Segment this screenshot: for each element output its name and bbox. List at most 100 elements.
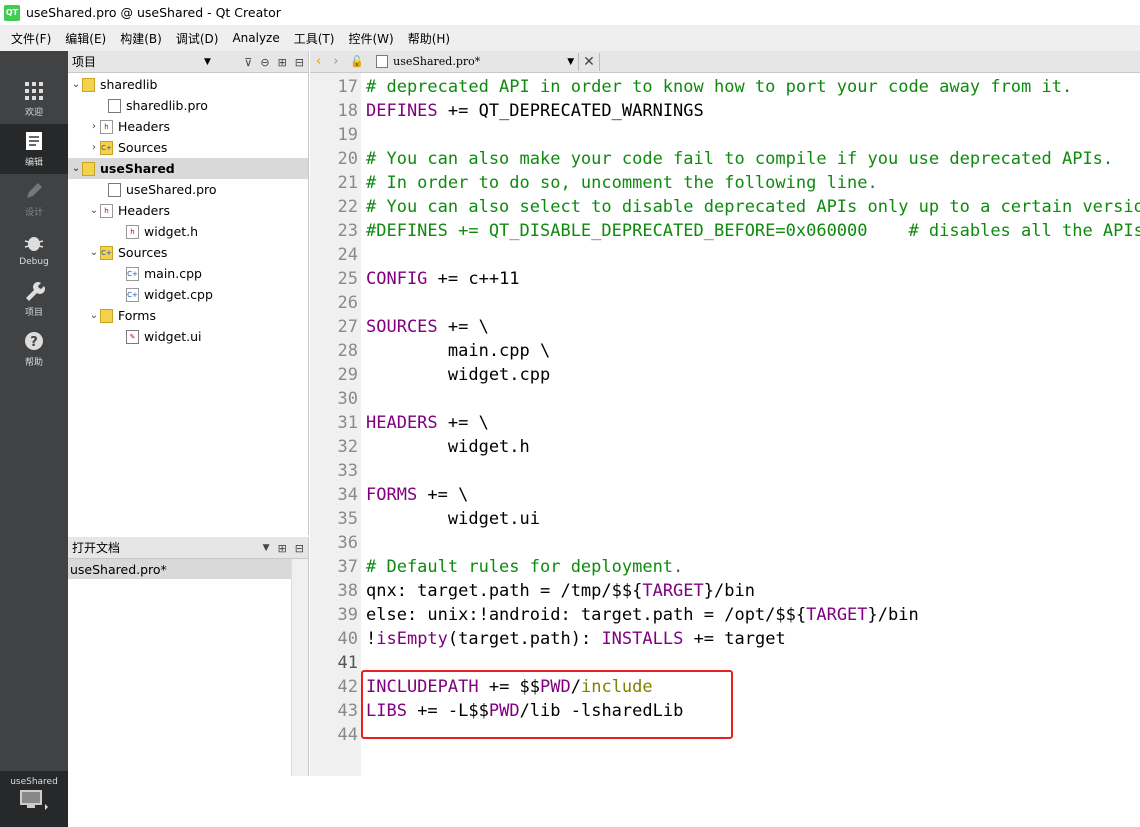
bug-icon — [24, 236, 44, 251]
split-icon[interactable]: ⊞ — [278, 56, 287, 69]
code-line[interactable]: widget.cpp — [366, 363, 550, 387]
filter-icon[interactable]: ⊽ — [244, 56, 252, 69]
lock-icon: 🔓 — [350, 55, 365, 68]
mode-label: 欢迎 — [24, 108, 43, 118]
code-line[interactable]: # You can also make your code fail to co… — [366, 147, 1113, 171]
line-number: 42 — [337, 677, 358, 697]
open-documents-header: 打开文档 ▼ ⊞ ⊟ — [68, 537, 308, 559]
tree-item[interactable]: ⌄ h Headers — [68, 200, 308, 221]
tree-item-label: widget.h — [144, 224, 199, 239]
code-line[interactable]: # Default rules for deployment. — [366, 555, 683, 579]
code-line[interactable]: qnx: target.path = /tmp/$${TARGET}/bin — [366, 579, 755, 603]
tree-item[interactable]: sharedlib.pro — [68, 95, 308, 116]
line-number: 27 — [337, 317, 358, 337]
code-line[interactable]: FORMS += \ — [366, 483, 468, 507]
menu-file[interactable]: 文件(F) — [4, 30, 58, 47]
monitor-icon — [20, 790, 48, 810]
mode-help[interactable]: ? 帮助 — [0, 324, 68, 374]
chevron-right-icon[interactable]: › — [88, 142, 100, 153]
header-file-icon: h — [100, 203, 113, 218]
line-number-gutter: 17 18 19 20 21 22 23 24 25 26 27 28 29 30 31 32 33 34 35 36… — [310, 73, 361, 776]
code-line[interactable]: SOURCES += \ — [366, 315, 489, 339]
mode-edit[interactable]: 编辑 — [0, 124, 68, 174]
menu-widget[interactable]: 控件(W) — [341, 30, 400, 47]
menu-edit[interactable]: 编辑(E) — [58, 30, 113, 47]
document-selector[interactable]: useShared.pro* ▼ — [376, 55, 574, 68]
dropdown-arrow-icon[interactable]: ▼ — [263, 543, 270, 553]
mode-projects[interactable]: 项目 — [0, 274, 68, 324]
open-documents-title: 打开文档 — [72, 541, 121, 555]
line-number: 39 — [337, 605, 358, 625]
code-line[interactable]: main.cpp \ — [366, 339, 550, 363]
pro-file-icon — [108, 98, 121, 113]
code-line[interactable]: DEFINES += QT_DEPRECATED_WARNINGS — [366, 99, 704, 123]
tree-item[interactable]: › h Headers — [68, 116, 308, 137]
line-number: 23 — [337, 221, 358, 241]
tree-item-label: Forms — [118, 308, 157, 323]
dropdown-arrow-icon[interactable]: ▼ — [567, 57, 574, 67]
line-number: 35 — [337, 509, 358, 529]
tree-item-label: Sources — [118, 245, 168, 260]
document-icon — [26, 132, 42, 150]
tree-item[interactable]: h widget.h — [68, 221, 308, 242]
close-pane-icon[interactable]: ⊟ — [295, 542, 304, 555]
menu-analyze[interactable]: Analyze — [225, 31, 286, 45]
tree-item-selected[interactable]: ⌄ useShared — [68, 158, 308, 179]
chevron-down-icon[interactable]: ⌄ — [88, 247, 100, 258]
line-number: 44 — [337, 725, 358, 745]
chevron-down-icon[interactable]: ⌄ — [88, 205, 100, 216]
kit-selector[interactable]: useShared — [0, 771, 68, 827]
code-line[interactable]: widget.h — [366, 435, 530, 459]
wrench-icon — [26, 282, 45, 301]
tree-item[interactable]: useShared.pro — [68, 179, 308, 200]
menu-build[interactable]: 构建(B) — [113, 30, 169, 47]
chevron-down-icon[interactable]: ⌄ — [88, 310, 100, 321]
close-document-icon[interactable]: ✕ — [583, 54, 595, 70]
projects-header: 项目 ▼ ⊽ ⊖ ⊞ ⊟ — [68, 51, 308, 73]
ui-file-icon: ✎ — [126, 329, 139, 344]
close-pane-icon[interactable]: ⊟ — [295, 56, 304, 69]
svg-text:?: ? — [30, 335, 38, 350]
back-arrow-icon[interactable]: ‹ — [310, 54, 327, 69]
tree-item[interactable]: ⌄ C+ Sources — [68, 242, 308, 263]
source-folder-icon: C+ — [100, 245, 113, 260]
tree-item[interactable]: ⌄ Forms — [68, 305, 308, 326]
tree-item[interactable]: › C+ Sources — [68, 137, 308, 158]
mode-design[interactable]: 设计 — [0, 174, 68, 224]
line-number: 19 — [337, 125, 358, 145]
split-icon[interactable]: ⊞ — [278, 542, 287, 555]
link-icon[interactable]: ⊖ — [260, 56, 269, 69]
menu-debug[interactable]: 调试(D) — [169, 30, 226, 47]
code-line[interactable]: # In order to do so, uncomment the follo… — [366, 171, 878, 195]
line-number: 30 — [337, 389, 358, 409]
open-document-item[interactable]: useShared.pro* — [68, 559, 292, 579]
tree-item[interactable]: C+ widget.cpp — [68, 284, 308, 305]
code-line[interactable]: widget.ui — [366, 507, 540, 531]
chevron-right-icon[interactable]: › — [88, 121, 100, 132]
tree-item[interactable]: ⌄ sharedlib — [68, 74, 308, 95]
mode-welcome[interactable]: 欢迎 — [0, 74, 68, 124]
tree-item[interactable]: ✎ widget.ui — [68, 326, 308, 347]
code-line[interactable]: else: unix:!android: target.path = /opt/… — [366, 603, 919, 627]
line-number: 40 — [337, 629, 358, 649]
code-line[interactable]: #DEFINES += QT_DISABLE_DEPRECATED_BEFORE… — [366, 219, 1140, 243]
chevron-down-icon[interactable]: ⌄ — [70, 79, 82, 90]
dropdown-arrow-icon[interactable]: ▼ — [204, 57, 211, 67]
menu-help[interactable]: 帮助(H) — [401, 30, 457, 47]
tree-item-label: useShared — [100, 161, 175, 176]
mode-label: 帮助 — [24, 358, 43, 368]
tree-item[interactable]: C+ main.cpp — [68, 263, 308, 284]
code-line[interactable]: # You can also select to disable depreca… — [366, 195, 1140, 219]
code-line[interactable]: CONFIG += c++11 — [366, 267, 520, 291]
chevron-down-icon[interactable]: ⌄ — [70, 163, 82, 174]
vertical-scrollbar[interactable] — [291, 559, 308, 776]
mode-debug[interactable]: Debug — [0, 224, 68, 274]
code-line[interactable]: # deprecated API in order to know how to… — [366, 75, 1072, 99]
menu-tools[interactable]: 工具(T) — [287, 30, 342, 47]
code-line[interactable]: !isEmpty(target.path): INSTALLS += targe… — [366, 627, 786, 651]
line-number: 26 — [337, 293, 358, 313]
mode-label: 设计 — [24, 208, 43, 218]
kit-label: useShared — [10, 777, 58, 787]
code-line[interactable]: HEADERS += \ — [366, 411, 489, 435]
forward-arrow-icon[interactable]: › — [327, 54, 344, 69]
